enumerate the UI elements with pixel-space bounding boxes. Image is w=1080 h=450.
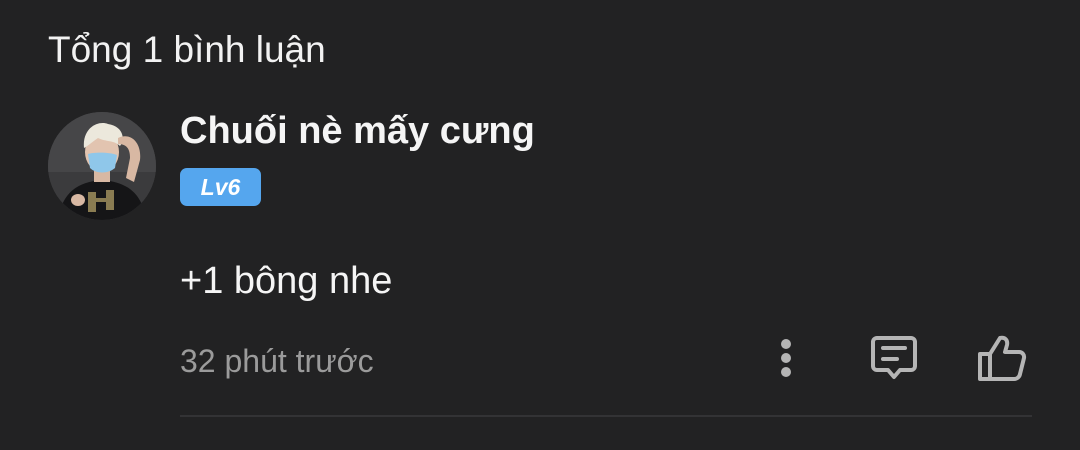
level-badge: Lv6 <box>180 168 261 206</box>
comment-text: +1 bông nhe <box>180 260 393 302</box>
thumbs-up-icon <box>978 335 1027 381</box>
comment-timestamp: 32 phút trước <box>180 343 374 379</box>
more-vertical-icon <box>781 339 791 377</box>
reply-comment-icon <box>871 336 917 379</box>
more-options-button[interactable] <box>766 332 806 384</box>
comment-count-title: Tổng 1 bình luận <box>48 29 326 70</box>
avatar[interactable] <box>48 112 156 220</box>
comment-divider <box>180 415 1032 417</box>
comment-username[interactable]: Chuối nè mấy cưng <box>180 106 535 156</box>
like-button[interactable] <box>974 332 1030 384</box>
comments-panel: Tổng 1 bình luận Chuối nè mấy cưng Lv6 +… <box>0 0 1080 450</box>
reply-button[interactable] <box>866 332 922 384</box>
avatar-image <box>48 112 156 220</box>
